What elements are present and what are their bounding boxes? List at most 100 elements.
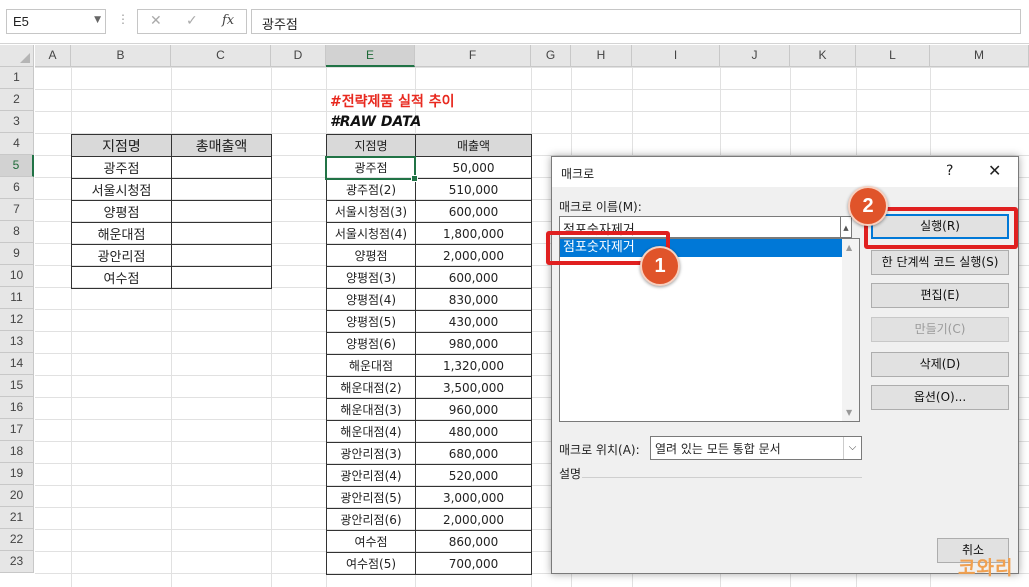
enter-icon[interactable]: ✓ — [186, 13, 198, 29]
summary-branch-cell[interactable]: 서울시청점 — [71, 178, 172, 201]
row-header-3[interactable]: 3 — [0, 111, 34, 133]
raw-sales-cell[interactable]: 680,000 — [415, 442, 532, 465]
raw-header-sales[interactable]: 매출액 — [415, 134, 532, 157]
summary-branch-cell[interactable]: 양평점 — [71, 200, 172, 223]
row-header-8[interactable]: 8 — [0, 221, 34, 243]
name-box[interactable]: E5 ▼ — [6, 9, 106, 34]
row-header-20[interactable]: 20 — [0, 485, 34, 507]
raw-sales-cell[interactable]: 520,000 — [415, 464, 532, 487]
dialog-titlebar[interactable]: 매크로 ? ✕ — [552, 157, 1018, 187]
raw-sales-cell[interactable]: 3,500,000 — [415, 376, 532, 399]
raw-sales-cell[interactable]: 830,000 — [415, 288, 532, 311]
row-header-14[interactable]: 14 — [0, 353, 34, 375]
column-header-f[interactable]: F — [415, 45, 531, 67]
raw-sales-cell[interactable]: 2,000,000 — [415, 244, 532, 267]
raw-branch-cell[interactable]: 광안리점(6) — [326, 508, 416, 531]
row-header-16[interactable]: 16 — [0, 397, 34, 419]
formula-input[interactable]: 광주점 — [251, 9, 1021, 34]
raw-branch-cell[interactable]: 양평점 — [326, 244, 416, 267]
summary-total-cell[interactable] — [171, 200, 272, 223]
select-all-button[interactable] — [0, 45, 34, 67]
row-header-18[interactable]: 18 — [0, 441, 34, 463]
column-header-m[interactable]: M — [930, 45, 1029, 67]
row-header-13[interactable]: 13 — [0, 331, 34, 353]
raw-sales-cell[interactable]: 600,000 — [415, 200, 532, 223]
raw-branch-cell[interactable]: 양평점(5) — [326, 310, 416, 333]
summary-total-cell[interactable] — [171, 244, 272, 267]
raw-sales-cell[interactable]: 510,000 — [415, 178, 532, 201]
raw-sales-cell[interactable]: 1,320,000 — [415, 354, 532, 377]
macro-list[interactable]: 점포숫자제거 ▲ ▼ — [559, 238, 860, 422]
raw-sales-cell[interactable]: 1,800,000 — [415, 222, 532, 245]
row-header-10[interactable]: 10 — [0, 265, 34, 287]
row-header-5[interactable]: 5 — [0, 155, 34, 177]
raw-sales-cell[interactable]: 960,000 — [415, 398, 532, 421]
options-button[interactable]: 옵션(O)... — [871, 385, 1009, 410]
summary-branch-cell[interactable]: 광안리점 — [71, 244, 172, 267]
row-header-23[interactable]: 23 — [0, 551, 34, 573]
chevron-down-icon[interactable]: ▼ — [94, 15, 101, 25]
delete-button[interactable]: 삭제(D) — [871, 352, 1009, 377]
raw-branch-cell[interactable]: 양평점(3) — [326, 266, 416, 289]
row-header-7[interactable]: 7 — [0, 199, 34, 221]
row-header-22[interactable]: 22 — [0, 529, 34, 551]
row-header-21[interactable]: 21 — [0, 507, 34, 529]
raw-branch-cell[interactable]: 여수점 — [326, 530, 416, 553]
edit-button[interactable]: 편집(E) — [871, 283, 1009, 308]
help-icon[interactable]: ? — [946, 163, 953, 179]
raw-branch-cell[interactable]: 광주점(2) — [326, 178, 416, 201]
row-header-19[interactable]: 19 — [0, 463, 34, 485]
raw-sales-cell[interactable]: 50,000 — [415, 156, 532, 179]
summary-header-total[interactable]: 총매출액 — [171, 134, 272, 157]
raw-sales-cell[interactable]: 860,000 — [415, 530, 532, 553]
raw-header-branch[interactable]: 지점명 — [326, 134, 416, 157]
summary-total-cell[interactable] — [171, 222, 272, 245]
raw-branch-cell[interactable]: 양평점(6) — [326, 332, 416, 355]
raw-branch-cell[interactable]: 광안리점(4) — [326, 464, 416, 487]
raw-branch-cell[interactable]: 광안리점(5) — [326, 486, 416, 509]
row-header-12[interactable]: 12 — [0, 309, 34, 331]
raw-sales-cell[interactable]: 600,000 — [415, 266, 532, 289]
raw-branch-cell[interactable]: 광안리점(3) — [326, 442, 416, 465]
list-scrollbar[interactable]: ▲ ▼ — [842, 239, 859, 421]
column-header-j[interactable]: J — [720, 45, 790, 67]
macro-location-select[interactable]: 열려 있는 모든 통합 문서 ⌵ — [650, 436, 862, 460]
column-header-g[interactable]: G — [531, 45, 571, 67]
raw-branch-cell[interactable]: 여수점(5) — [326, 552, 416, 575]
scroll-up-icon[interactable]: ▲ — [846, 243, 852, 252]
row-header-2[interactable]: 2 — [0, 89, 34, 111]
row-header-1[interactable]: 1 — [0, 67, 34, 89]
summary-header-branch[interactable]: 지점명 — [71, 134, 172, 157]
summary-total-cell[interactable] — [171, 178, 272, 201]
summary-total-cell[interactable] — [171, 266, 272, 289]
column-header-d[interactable]: D — [271, 45, 326, 67]
raw-branch-cell[interactable]: 해운대점(3) — [326, 398, 416, 421]
column-header-e[interactable]: E — [326, 45, 415, 67]
column-header-b[interactable]: B — [71, 45, 171, 67]
row-header-15[interactable]: 15 — [0, 375, 34, 397]
summary-branch-cell[interactable]: 여수점 — [71, 266, 172, 289]
raw-branch-cell[interactable]: 양평점(4) — [326, 288, 416, 311]
column-header-h[interactable]: H — [571, 45, 632, 67]
summary-branch-cell[interactable]: 광주점 — [71, 156, 172, 179]
raw-sales-cell[interactable]: 480,000 — [415, 420, 532, 443]
raw-sales-cell[interactable]: 980,000 — [415, 332, 532, 355]
raw-sales-cell[interactable]: 3,000,000 — [415, 486, 532, 509]
row-header-4[interactable]: 4 — [0, 133, 34, 155]
column-header-k[interactable]: K — [790, 45, 856, 67]
raw-sales-cell[interactable]: 2,000,000 — [415, 508, 532, 531]
raw-sales-cell[interactable]: 700,000 — [415, 552, 532, 575]
column-header-l[interactable]: L — [856, 45, 930, 67]
row-header-9[interactable]: 9 — [0, 243, 34, 265]
insert-function-icon[interactable]: fx — [222, 13, 234, 28]
raw-branch-cell[interactable]: 서울시청점(3) — [326, 200, 416, 223]
raw-branch-cell[interactable]: 해운대점(2) — [326, 376, 416, 399]
raw-sales-cell[interactable]: 430,000 — [415, 310, 532, 333]
raw-branch-cell[interactable]: 해운대점 — [326, 354, 416, 377]
column-header-i[interactable]: I — [632, 45, 720, 67]
row-header-17[interactable]: 17 — [0, 419, 34, 441]
raw-branch-cell[interactable]: 서울시청점(4) — [326, 222, 416, 245]
name-scroll-up-icon[interactable]: ▲ — [841, 216, 852, 238]
scroll-down-icon[interactable]: ▼ — [846, 408, 852, 417]
column-header-a[interactable]: A — [35, 45, 71, 67]
